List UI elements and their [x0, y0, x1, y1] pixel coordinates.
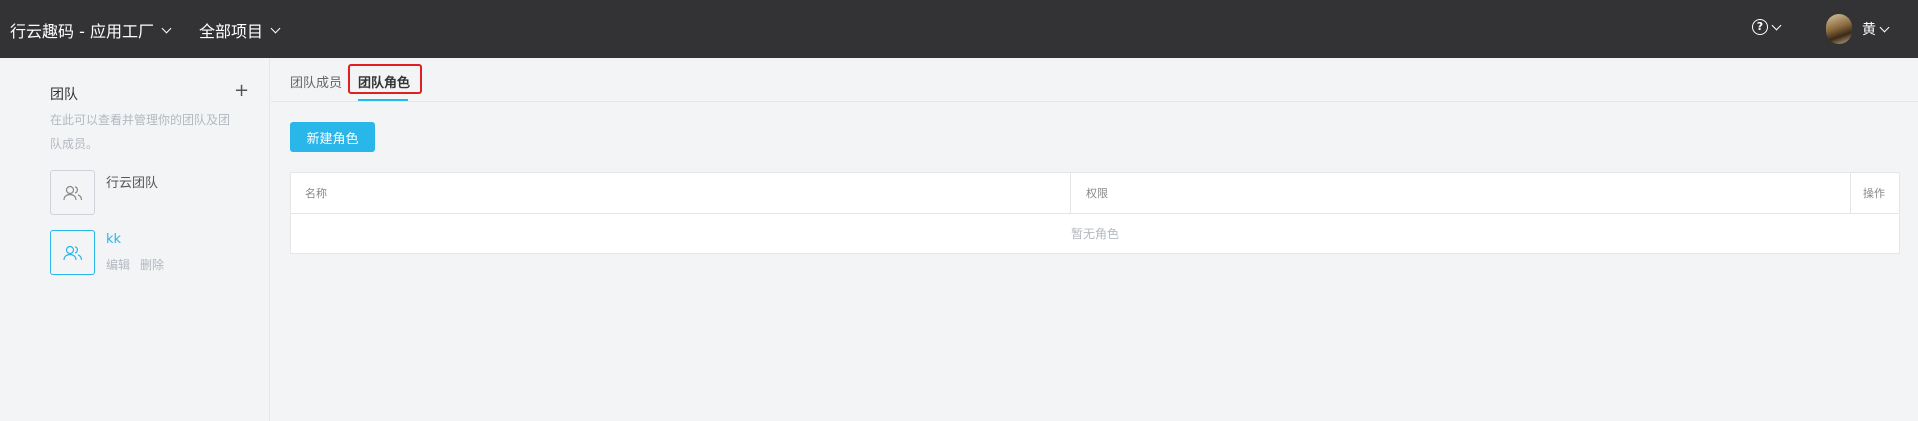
users-icon	[62, 185, 82, 200]
user-menu[interactable]: 黄	[1826, 14, 1890, 44]
app-switcher[interactable]: 行云趣码 - 应用工厂	[10, 18, 172, 42]
team-name: 行云团队	[106, 176, 159, 191]
chevron-down-icon	[161, 23, 172, 33]
chevron-down-icon	[270, 23, 281, 33]
team-icon	[50, 170, 95, 215]
team-item[interactable]: 行云团队	[50, 170, 250, 216]
column-divider	[1850, 173, 1851, 214]
team-item-active[interactable]: kk 编辑 删除	[50, 230, 250, 276]
user-name: 黄	[1862, 22, 1876, 38]
column-header-actions: 操作	[1863, 187, 1885, 200]
avatar	[1826, 14, 1852, 44]
project-menu[interactable]: 全部项目	[199, 18, 281, 42]
help-icon: ?	[1752, 19, 1768, 35]
table-header: 名称 权限 操作	[291, 173, 1899, 214]
sidebar-description: 在此可以查看并管理你的团队及团队成员。	[50, 113, 231, 151]
app-title: 行云趣码 - 应用工厂	[10, 22, 154, 41]
delete-team-link[interactable]: 删除	[140, 256, 164, 273]
roles-table: 名称 权限 操作 暂无角色	[290, 172, 1900, 254]
chevron-down-icon	[1879, 22, 1890, 32]
column-header-name: 名称	[305, 187, 327, 200]
chevron-down-icon	[1771, 20, 1782, 30]
project-menu-label: 全部项目	[199, 22, 264, 41]
sidebar-title: 团队	[50, 87, 78, 103]
column-header-permissions: 权限	[1086, 187, 1108, 200]
team-name: kk	[106, 232, 122, 247]
team-icon	[50, 230, 95, 275]
top-navigation-bar: 行云趣码 - 应用工厂 全部项目 ? 黄	[0, 0, 1918, 58]
add-team-icon[interactable]: +	[234, 82, 249, 100]
help-menu[interactable]: ?	[1752, 19, 1782, 35]
team-actions: 编辑 删除	[106, 256, 164, 273]
highlight-annotation	[348, 64, 422, 94]
empty-state-text: 暂无角色	[1070, 227, 1119, 241]
active-tab-indicator	[358, 99, 408, 101]
new-role-button[interactable]: 新建角色	[290, 122, 375, 152]
tab-team-members[interactable]: 团队成员	[290, 72, 342, 91]
users-icon	[62, 245, 82, 260]
tab-bar: 团队成员 团队角色	[271, 58, 1918, 102]
column-divider	[1070, 173, 1071, 214]
sidebar: 团队 + 在此可以查看并管理你的团队及团队成员。 行云团队 kk 编辑 删除	[0, 58, 270, 421]
edit-team-link[interactable]: 编辑	[106, 256, 130, 273]
